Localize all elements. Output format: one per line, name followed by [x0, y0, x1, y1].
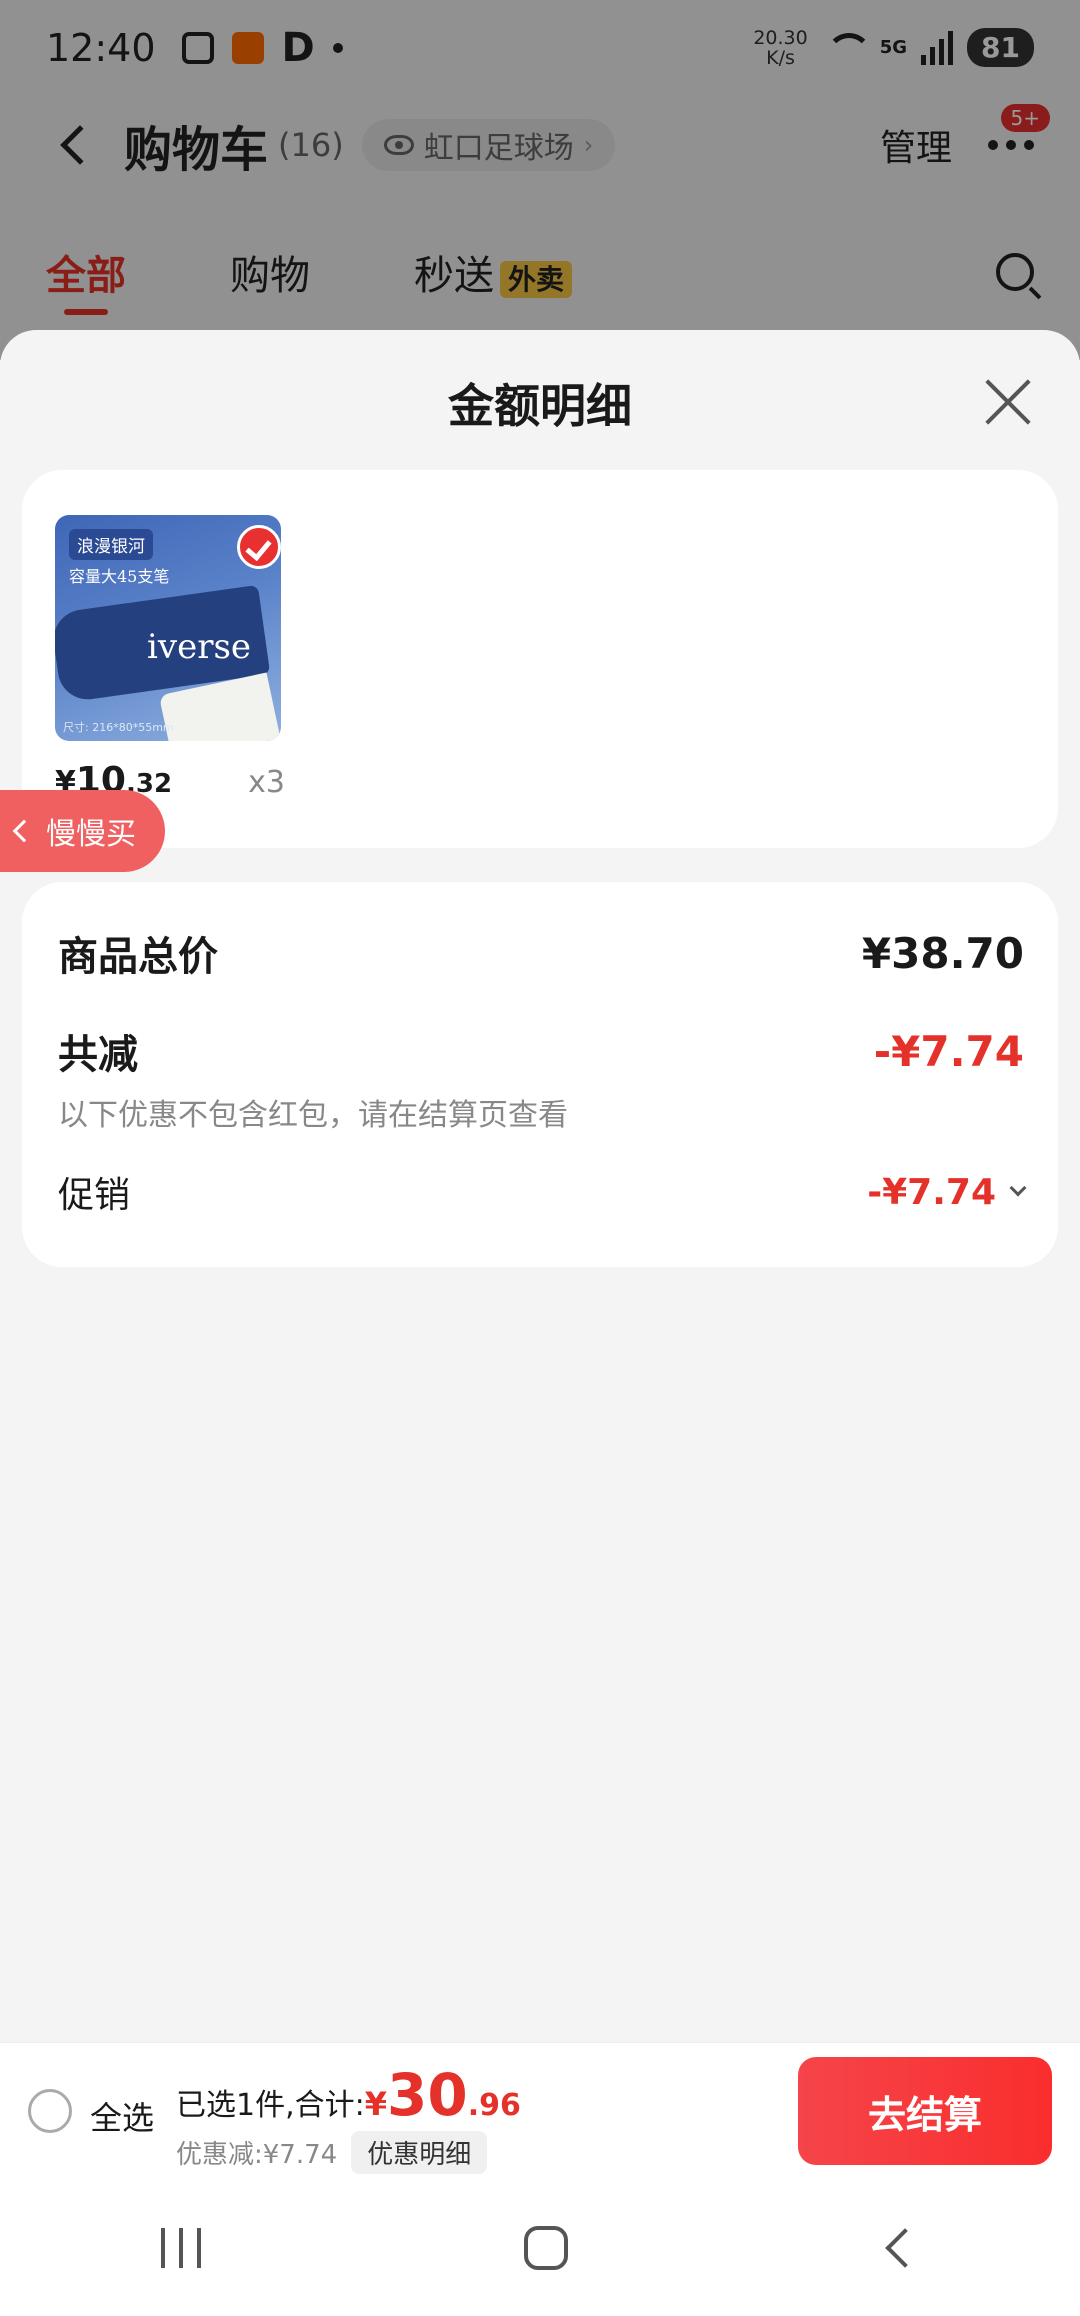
tab-all[interactable]: 全部 [46, 243, 126, 315]
manage-button[interactable]: 管理 [880, 119, 952, 171]
thumb-subtag: 容量大45支笔 [69, 567, 170, 586]
eye-icon [383, 135, 414, 155]
product-card: 浪漫银河 容量大45支笔 iverse 尺寸: 216*80*55mm ¥ 10… [22, 470, 1058, 848]
tab-shopping[interactable]: 购物 [230, 243, 310, 301]
price-summary-card: 商品总价 ¥38.70 共减 -¥7.74 以下优惠不包含红包，请在结算页查看 … [22, 882, 1058, 1267]
checkout-summary: 已选1件,合计: ¥ 30 .96 [176, 2061, 521, 2129]
promo-value: -¥7.74 [867, 1171, 996, 1213]
discount-detail-button[interactable]: 优惠明细 [351, 2131, 488, 2174]
net-speed: 20.30 K/s [753, 26, 808, 69]
chevron-left-icon [12, 819, 36, 843]
discount-text: 优惠减:¥7.74 [176, 2140, 338, 2170]
thumb-tag: 浪漫银河 [69, 529, 153, 560]
wifi-icon [822, 31, 872, 65]
location-label: 虹口足球场 [423, 131, 574, 166]
promo-label: 促销 [58, 1175, 131, 1216]
checkout-total: 30 [387, 2061, 468, 2129]
slow-buy-tab[interactable]: 慢慢买 [0, 790, 165, 872]
total-row: 商品总价 ¥38.70 [58, 924, 1024, 982]
cart-count: (16) [278, 126, 344, 164]
checkout-button[interactable]: 去结算 [798, 2057, 1052, 2165]
screenshot-icon [181, 31, 214, 64]
app-notification-icon [231, 31, 264, 64]
back-icon[interactable] [60, 125, 100, 165]
total-value: ¥38.70 [861, 928, 1024, 978]
cart-tabs: 全部 购物 秒送 外卖 [0, 232, 1080, 315]
recents-icon[interactable] [161, 2228, 202, 2268]
chevron-right-icon: › [583, 131, 594, 159]
reduce-label: 共减 [58, 1032, 138, 1078]
sheet-title: 金额明细 [448, 379, 632, 433]
reduce-row: 共减 -¥7.74 [58, 1022, 1024, 1080]
thumb-word: iverse [147, 627, 252, 667]
slow-buy-label: 慢慢买 [46, 817, 136, 852]
more-dot-icon [1006, 140, 1016, 150]
discount-line: 优惠减:¥7.74 优惠明细 [176, 2131, 488, 2174]
signal-icon [921, 30, 954, 65]
message-badge: 5+ [1000, 104, 1050, 132]
more-dot-icon [988, 140, 998, 150]
more-button[interactable]: 5+ [988, 104, 1050, 150]
promo-row[interactable]: 促销 -¥7.74 [58, 1166, 1027, 1218]
total-label: 商品总价 [58, 934, 218, 980]
location-pill[interactable]: 虹口足球场 › [361, 119, 616, 171]
product-quantity: x3 [248, 765, 285, 800]
system-nav-bar [0, 2180, 1080, 2316]
home-icon[interactable] [523, 2226, 568, 2270]
select-all-label[interactable]: 全选 [90, 2093, 154, 2139]
back-nav-icon[interactable] [884, 2228, 925, 2268]
d-app-icon: D [281, 24, 315, 71]
cart-header: 购物车 (16) 虹口足球场 › 管理 5+ [0, 100, 1080, 190]
tab-express[interactable]: 秒送 外卖 [414, 243, 573, 301]
status-time: 12:40 [46, 25, 156, 70]
amount-detail-sheet: 金额明细 浪漫银河 容量大45支笔 iverse 尺寸: 216*80*55mm… [0, 330, 1080, 2042]
checkout-bar: 全选 已选1件,合计: ¥ 30 .96 优惠减:¥7.74 优惠明细 去结算 [0, 2042, 1080, 2180]
thumb-size: 尺寸: 216*80*55mm [63, 721, 174, 734]
chevron-down-icon[interactable] [1009, 1179, 1027, 1197]
search-icon[interactable] [996, 253, 1034, 291]
status-bar: 12:40 D 20.30 K/s 5G 81 [0, 0, 1080, 95]
selected-text: 已选1件,合计: [176, 2088, 365, 2123]
close-icon[interactable] [984, 378, 1032, 426]
reduce-note: 以下优惠不包含红包，请在结算页查看 [58, 1098, 568, 1133]
battery-icon: 81 [967, 28, 1034, 67]
cart-title: 购物车 [124, 122, 269, 178]
more-dot-icon [1024, 140, 1034, 150]
selected-check-icon[interactable] [237, 525, 281, 569]
takeout-tag: 外卖 [500, 261, 573, 298]
background-cart-page: 12:40 D 20.30 K/s 5G 81 购物车 (16) 虹口足球场 ›… [0, 0, 1080, 360]
sheet-header: 金额明细 [0, 330, 1080, 470]
more-notifications-dot [332, 42, 343, 53]
select-all-radio[interactable] [28, 2089, 72, 2133]
network-type: 5G [879, 37, 908, 58]
reduce-value: -¥7.74 [873, 1026, 1024, 1076]
